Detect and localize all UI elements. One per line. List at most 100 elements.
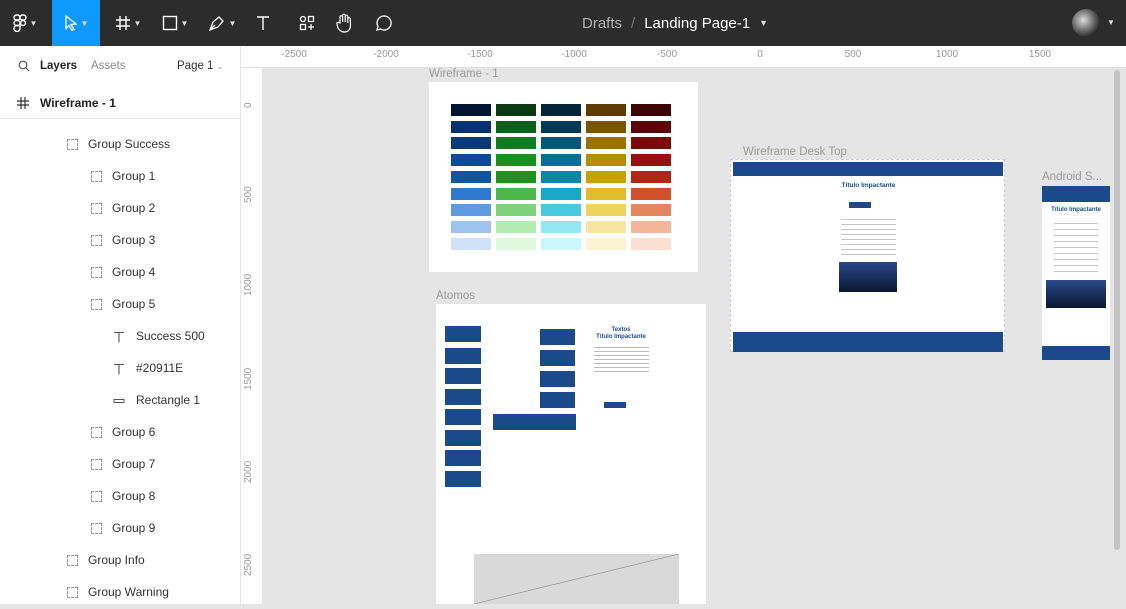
color-swatch [451, 204, 491, 217]
group-icon [90, 234, 104, 248]
color-swatch [541, 220, 581, 233]
avatar[interactable] [1072, 9, 1100, 37]
chevron-down-icon: ▼ [180, 18, 189, 28]
frame-atomos[interactable]: Textos Título Impactante [436, 304, 706, 604]
canvas[interactable]: -2500 -2000 -1500 -1000 -500 0 500 1000 1500 0 50… [241, 46, 1126, 604]
layer-row[interactable]: Group 6 [0, 417, 240, 449]
color-swatch [451, 187, 491, 200]
color-swatch [496, 170, 536, 183]
color-swatch [541, 170, 581, 183]
vertical-scrollbar[interactable] [1114, 70, 1120, 550]
tab-assets[interactable]: Assets [91, 60, 126, 72]
layer-row[interactable]: Group 1 [0, 161, 240, 193]
layer-row[interactable]: Group 7 [0, 449, 240, 481]
atom-button [540, 392, 575, 408]
color-swatch [586, 204, 626, 217]
ruler-tick-label: -2000 [373, 49, 399, 60]
hand-tool-button[interactable] [330, 0, 358, 46]
breadcrumb-folder[interactable]: Drafts [582, 15, 622, 32]
atom-small-button [604, 402, 626, 408]
group-icon [66, 138, 80, 152]
layer-row[interactable]: #20911E [0, 353, 240, 385]
color-swatch [541, 137, 581, 150]
frame-desktop[interactable]: Título Impactante [730, 159, 1005, 352]
layer-row[interactable]: Group Success [0, 129, 240, 161]
layer-frame-row[interactable]: Wireframe - 1 [0, 87, 240, 119]
color-swatch [586, 154, 626, 167]
group-icon [90, 170, 104, 184]
color-swatch [631, 170, 671, 183]
frame-wireframe1[interactable] [429, 82, 698, 272]
layer-row[interactable]: Group 3 [0, 225, 240, 257]
text-tool-button[interactable] [250, 0, 276, 46]
layer-row[interactable]: Group Warning [0, 577, 240, 609]
file-name[interactable]: Landing Page-1 [644, 15, 750, 32]
color-swatch [631, 237, 671, 250]
shape-tool-button[interactable]: ▼ [157, 0, 193, 46]
color-swatch [586, 237, 626, 250]
chevron-down-icon[interactable]: ▼ [1107, 18, 1115, 27]
group-icon [90, 266, 104, 280]
color-swatch [496, 187, 536, 200]
layer-label: Group 9 [112, 521, 156, 535]
ruler-tick-label: -2500 [281, 49, 307, 60]
frame-android[interactable]: Título Impactante [1042, 186, 1110, 360]
move-tool-button[interactable]: ▼ [52, 0, 100, 46]
atom-button [445, 471, 481, 487]
color-swatch [541, 154, 581, 167]
layer-row[interactable]: Rectangle 1 [0, 385, 240, 417]
atom-button [445, 348, 481, 364]
color-swatch [451, 154, 491, 167]
ruler-tick-label: 500 [844, 49, 862, 60]
frame-title-wireframe1[interactable]: Wireframe - 1 [429, 68, 499, 80]
color-swatch [586, 104, 626, 116]
ruler-tick-label: -1000 [561, 49, 587, 60]
color-swatch [586, 220, 626, 233]
chevron-down-icon: ▼ [80, 18, 89, 28]
chevron-down-icon: ▼ [29, 18, 38, 28]
color-swatch [451, 220, 491, 233]
frame-title-desktop[interactable]: Wireframe Desk Top [743, 146, 847, 158]
color-swatch [541, 120, 581, 133]
chevron-down-icon: ⌄ [216, 62, 224, 71]
frame-title-atomos[interactable]: Atomos [436, 290, 475, 302]
main-menu-button[interactable]: ▼ [0, 0, 50, 46]
search-icon[interactable] [18, 60, 30, 72]
layer-row[interactable]: Group 2 [0, 193, 240, 225]
layer-row[interactable]: Group 4 [0, 257, 240, 289]
layer-label: Group Success [88, 137, 171, 151]
atom-text-lines [594, 344, 649, 374]
resources-button[interactable] [294, 0, 320, 46]
layer-row[interactable]: Group Info [0, 545, 240, 577]
layer-row[interactable]: Success 500 [0, 321, 240, 353]
color-swatch [496, 137, 536, 150]
group-icon [66, 586, 80, 600]
speech-bubble-icon [376, 15, 392, 31]
page-selector[interactable]: Page 1 ⌄ [177, 60, 223, 72]
color-swatch [451, 104, 491, 116]
chevron-down-icon[interactable]: ▼ [759, 18, 768, 28]
ruler-tick-label: 0 [757, 49, 763, 60]
tab-layers[interactable]: Layers [40, 60, 77, 72]
layer-label: Success 500 [136, 329, 205, 343]
mock-button [849, 202, 871, 208]
atom-button [540, 329, 575, 345]
layer-row[interactable]: Group 8 [0, 481, 240, 513]
layer-row[interactable]: Group 5 [0, 289, 240, 321]
mock-image [1046, 280, 1106, 308]
group-icon [90, 490, 104, 504]
color-swatch [496, 120, 536, 133]
layer-row[interactable]: Group 9 [0, 513, 240, 545]
hand-icon [336, 13, 351, 33]
ruler-tick-label: 2500 [243, 553, 254, 576]
frame-title-android[interactable]: Android S... [1042, 171, 1102, 183]
color-swatch [631, 220, 671, 233]
mock-footer [1042, 346, 1110, 360]
comment-tool-button[interactable] [370, 0, 398, 46]
pen-icon [208, 16, 224, 32]
ruler-tick-label: 1000 [935, 49, 959, 60]
atom-button [445, 409, 481, 425]
chevron-down-icon: ▼ [228, 18, 237, 28]
frame-tool-button[interactable]: ▼ [110, 0, 146, 46]
pen-tool-button[interactable]: ▼ [204, 0, 240, 46]
